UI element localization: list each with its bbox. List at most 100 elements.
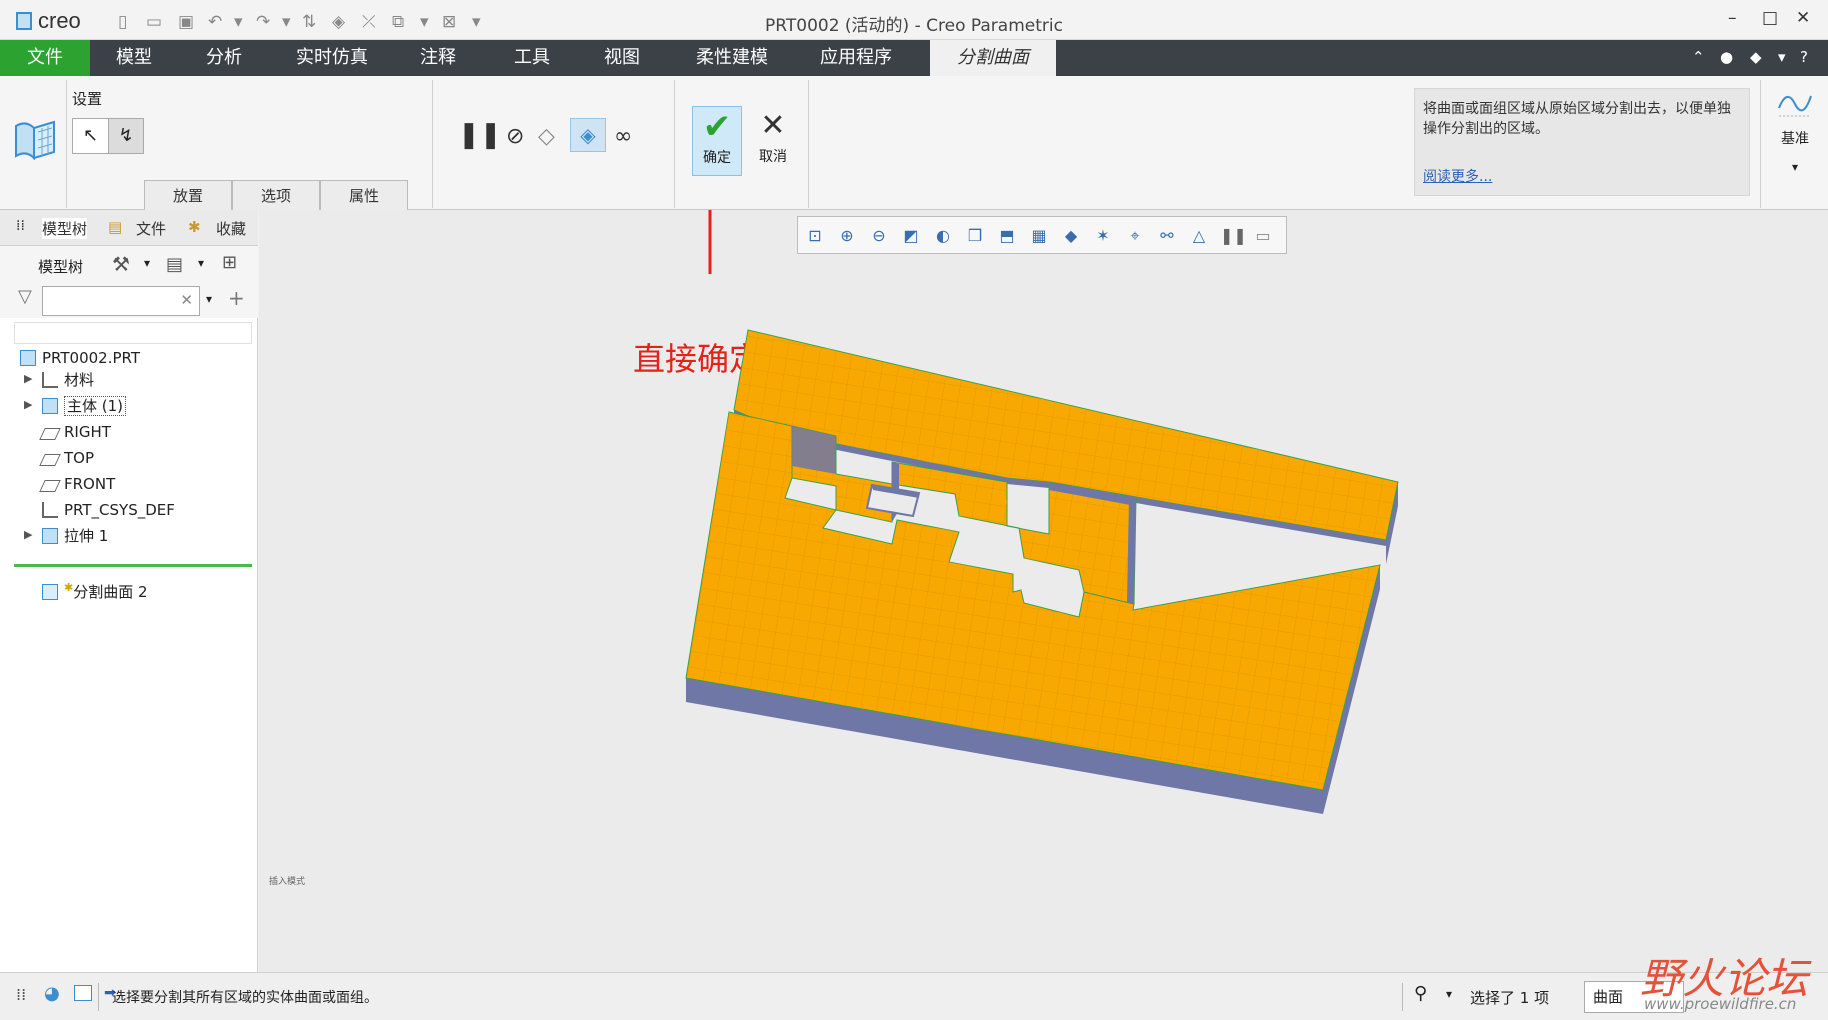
status-bar: ⁞⁞ ◕ ➡ 选择要分割其所有区域的实体曲面或面组。 ⚲ ▾ 选择了 1 项 曲… <box>0 954 1828 1020</box>
menu-view[interactable]: 视图 <box>584 40 660 76</box>
menu-file[interactable]: 文件 <box>0 40 90 76</box>
tree-item-front-plane[interactable]: FRONT <box>39 472 115 496</box>
part-icon <box>20 350 36 366</box>
tree-item-body[interactable]: 主体 (1) <box>42 394 127 418</box>
tree-search-input[interactable]: ✕ <box>42 286 200 316</box>
check-icon: ✔ <box>702 107 732 147</box>
datum-dropdown-icon[interactable]: ▾ <box>1770 160 1820 174</box>
settings-label: 设置 <box>72 90 103 108</box>
datum-group[interactable]: 基准 ▾ <box>1770 86 1820 174</box>
user-icon[interactable]: ● <box>1720 48 1733 66</box>
ok-button[interactable]: ✔ 确定 <box>692 106 742 176</box>
tab-favorites[interactable]: 收藏 <box>216 218 246 239</box>
clear-search-icon[interactable]: ✕ <box>180 291 193 309</box>
menu-tools[interactable]: 工具 <box>494 40 570 76</box>
pause-icon[interactable]: ❚❚ <box>458 120 502 150</box>
title-bar: creo ▯ ▭ ▣ ↶ ▾ ↷ ▾ ⇅ ◈ ⤫ ⧉ ▾ ⊠ ▾ PRT0002… <box>0 0 1828 40</box>
tree-settings-icon[interactable]: ⚒ <box>112 252 130 276</box>
menu-model[interactable]: 模型 <box>96 40 172 76</box>
help-text: 将曲面或面组区域从原始区域分割出去，以便单独操作分割出的区域。 <box>1423 101 1731 137</box>
folder-icon: ▤ <box>108 218 123 236</box>
menu-applications[interactable]: 应用程序 <box>806 40 906 76</box>
learning-icon[interactable]: ◆ <box>1750 48 1762 66</box>
minimize-icon[interactable]: – <box>1728 8 1737 28</box>
search-dropdown-icon[interactable]: ▾ <box>206 292 212 306</box>
tree-item-materials[interactable]: 材料 <box>42 368 94 392</box>
model-view <box>685 210 1399 814</box>
datum-plane-icon <box>39 454 61 466</box>
tree-settings-dropdown-icon[interactable]: ▾ <box>144 256 150 270</box>
tree-item-csys[interactable]: PRT_CSYS_DEF <box>42 498 175 522</box>
navigator-panel: ⁞⁞ 模型树 ▤ 文件 ✱ 收藏 模型树 ⚒ ▾ ▤ ▾ ⊞ ▽ ✕ ▾ + P… <box>0 210 258 972</box>
expand-extrude-icon[interactable]: ▶ <box>24 528 32 541</box>
select-arrow-icon[interactable]: ↖ <box>73 119 108 153</box>
find-icon[interactable]: ⚲ <box>1414 983 1427 1004</box>
material-icon <box>42 372 58 388</box>
tree-columns-icon[interactable]: ▤ <box>166 254 183 275</box>
menu-analysis[interactable]: 分析 <box>186 40 262 76</box>
help-icon[interactable]: ? <box>1800 48 1808 66</box>
subtab-placement[interactable]: 放置 <box>144 180 232 210</box>
status-message: 选择要分割其所有区域的实体曲面或面组。 <box>112 990 378 1006</box>
split-surface-feature-icon <box>15 120 55 161</box>
insert-indicator[interactable] <box>14 564 252 567</box>
add-filter-icon[interactable]: + <box>228 286 245 310</box>
datum-plane-icon <box>39 428 61 440</box>
watermark-url: www.proewildfire.cn <box>1644 995 1797 1013</box>
tree-item-split-surface[interactable]: ✱分割曲面 2 <box>42 576 148 601</box>
glasses-icon[interactable]: ∞ <box>614 124 632 149</box>
tree-item-part[interactable]: PRT0002.PRT <box>20 346 140 370</box>
options-dropdown-icon[interactable]: ▾ <box>1778 48 1786 66</box>
selection-count: 选择了 1 项 <box>1470 989 1550 1007</box>
find-dropdown-icon[interactable]: ▾ <box>1446 987 1452 1001</box>
datum-curve-icon <box>1778 95 1812 117</box>
extrude-icon <box>42 528 58 544</box>
filter-icon[interactable]: ▽ <box>18 286 32 307</box>
tree-item-right-plane[interactable]: RIGHT <box>39 420 111 444</box>
expand-materials-icon[interactable]: ▶ <box>24 372 32 385</box>
tree-show-icon[interactable]: ⊞ <box>222 252 237 273</box>
browser-toggle-icon[interactable]: ◕ <box>44 983 60 1004</box>
tree-item-extrude[interactable]: 拉伸 1 <box>42 524 108 548</box>
selection-tool-group: ↖ ↯ <box>72 118 144 154</box>
preview-icon[interactable]: ◇ <box>538 124 555 149</box>
window-title: PRT0002 (活动的) - Creo Parametric <box>765 16 1063 36</box>
menu-annotate[interactable]: 注释 <box>400 40 476 76</box>
maximize-icon[interactable]: □ <box>1762 8 1778 28</box>
datum-label: 基准 <box>1781 131 1809 147</box>
body-icon <box>42 398 58 414</box>
expand-body-icon[interactable]: ▶ <box>24 398 32 411</box>
panel-tabs: ⁞⁞ 模型树 ▤ 文件 ✱ 收藏 <box>0 210 258 246</box>
select-region-icon[interactable]: ↯ <box>108 119 143 153</box>
menu-bar: 文件 模型 分析 实时仿真 注释 工具 视图 柔性建模 应用程序 分割曲面 ⌃ … <box>0 40 1828 76</box>
help-panel: 将曲面或面组区域从原始区域分割出去，以便单独操作分割出的区域。 阅读更多... <box>1414 88 1750 196</box>
menu-flexible-modeling[interactable]: 柔性建模 <box>684 40 780 76</box>
csys-icon <box>42 502 58 518</box>
tree-columns-dropdown-icon[interactable]: ▾ <box>198 256 204 270</box>
graphics-window[interactable]: ⊡ ⊕ ⊖ ◩ ◐ ❒ ⬒ ▦ ◆ ✶ ⌖ ⚯ △ ❚❚ ▭ 直接确定 插入模式 <box>259 210 1828 972</box>
full-screen-icon[interactable] <box>74 985 92 1001</box>
cancel-button[interactable]: ✕ 取消 <box>748 106 798 176</box>
favorites-icon: ✱ <box>188 218 201 236</box>
datum-plane-icon <box>39 480 61 492</box>
subtab-properties[interactable]: 属性 <box>320 180 408 210</box>
menu-simulation[interactable]: 实时仿真 <box>286 40 378 76</box>
read-more-link[interactable]: 阅读更多... <box>1423 167 1492 187</box>
tab-model-tree[interactable]: 模型树 <box>42 218 88 239</box>
cancel-x-icon: ✕ <box>760 108 786 143</box>
tree-item-top-plane[interactable]: TOP <box>39 446 94 470</box>
tree-label: 模型树 <box>38 258 84 276</box>
close-icon[interactable]: ✕ <box>1796 8 1810 28</box>
verify-icon[interactable]: ◈ <box>570 118 606 152</box>
ribbon: 设置 ↖ ↯ 放置 选项 属性 ❚❚ ⊘ ◇ ◈ ∞ ✔ 确定 ✕ 取消 将曲面… <box>0 76 1828 210</box>
no-preview-icon[interactable]: ⊘ <box>506 124 524 149</box>
navigator-toggle-icon[interactable]: ⁞⁞ <box>16 985 26 1004</box>
tree-toolbar: 模型树 ⚒ ▾ ▤ ▾ ⊞ ▽ ✕ ▾ + <box>0 246 258 318</box>
subtab-options[interactable]: 选项 <box>232 180 320 210</box>
menu-split-surface[interactable]: 分割曲面 <box>930 40 1056 76</box>
collapse-ribbon-icon[interactable]: ⌃ <box>1692 48 1705 66</box>
tab-files[interactable]: 文件 <box>136 218 166 239</box>
insert-mode-label: 插入模式 <box>269 877 306 887</box>
split-surface-icon <box>42 584 58 600</box>
model-tree-tab-icon: ⁞⁞ <box>16 218 25 234</box>
